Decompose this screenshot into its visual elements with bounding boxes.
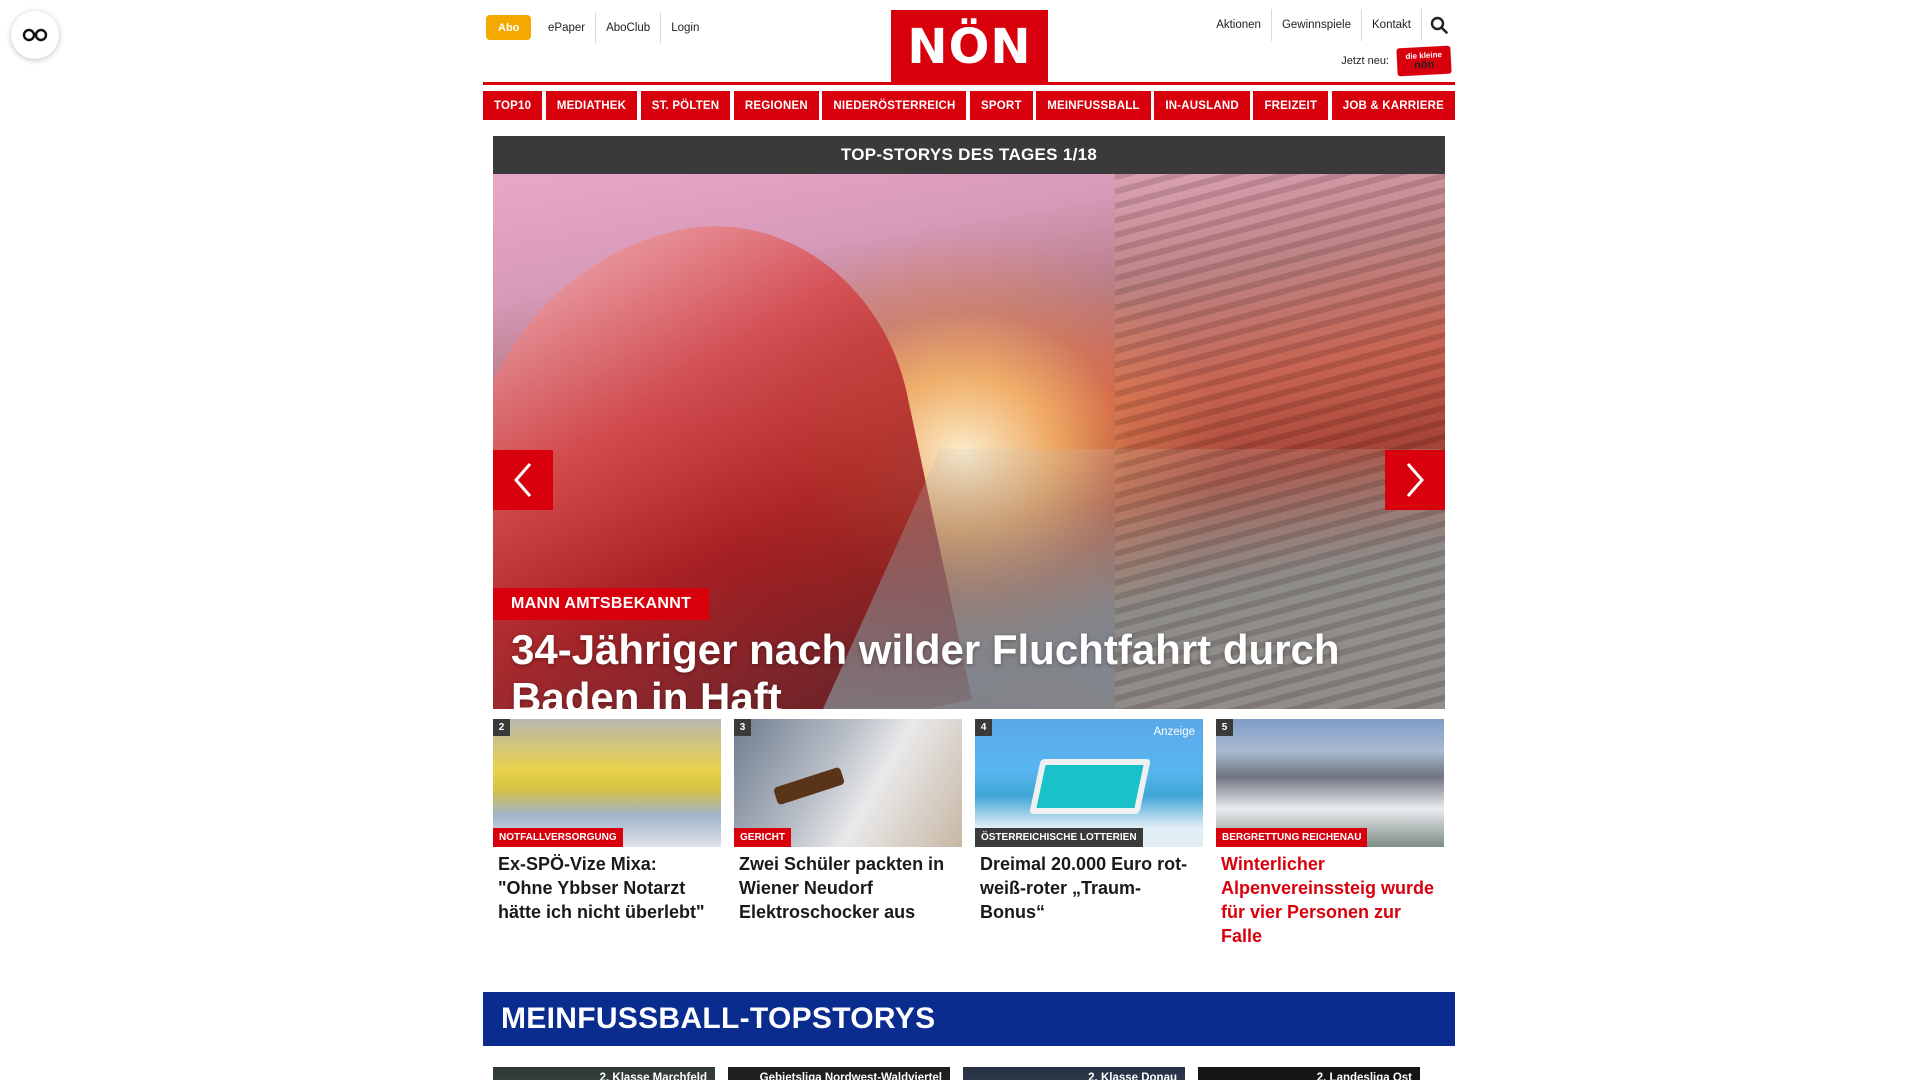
gavel-graphic (772, 766, 846, 806)
glasses-icon (22, 28, 48, 42)
nav-freizeit[interactable]: FREIZEIT (1253, 91, 1329, 120)
top-bar: Abo ePaper AboClub Login NÖN Aktionen Ge… (483, 0, 1455, 84)
story-image[interactable]: 4 Anzeige ÖSTERREICHISCHE LOTTERIEN (975, 719, 1203, 847)
epaper-link[interactable]: ePaper (538, 12, 595, 44)
story-number: 4 (975, 719, 992, 736)
aktionen-link[interactable]: Aktionen (1206, 9, 1271, 41)
story-card[interactable]: 3 GERICHT Zwei Schüler packten in Wiener… (734, 719, 962, 948)
meinfussball-card[interactable]: 2. Landesliga Ost (1198, 1067, 1420, 1080)
abo-button[interactable]: Abo (486, 15, 532, 40)
story-category[interactable]: BERGRETTUNG REICHENAU (1216, 828, 1368, 847)
meinfussball-card[interactable]: Gebietsliga Nordwest-Waldviertel (728, 1067, 950, 1080)
login-link[interactable]: Login (660, 12, 709, 44)
story-title[interactable]: Zwei Schüler packten in Wiener Neudorf E… (734, 847, 962, 924)
top-stories-slider: TOP-STORYS DES TAGES 1/18 MANN AMTSBEKAN… (493, 136, 1445, 709)
hero-category[interactable]: MANN AMTSBEKANNT (493, 588, 710, 620)
chevron-left-icon (514, 463, 532, 497)
nav-st-poelten[interactable]: ST. PÖLTEN (640, 91, 731, 120)
jetzt-neu-promo: Jetzt neu: die kleine nön (1341, 45, 1452, 77)
nav-niederoesterreich[interactable]: NIEDERÖSTERREICH (822, 91, 967, 120)
main-navigation: TOP10 MEDIATHEK ST. PÖLTEN REGIONEN NIED… (483, 91, 1455, 120)
story-title[interactable]: Ex-SPÖ-Vize Mixa: "Ohne Ybbser Notarzt h… (493, 847, 721, 924)
story-number: 3 (734, 719, 751, 736)
service-links: ePaper AboClub Login (538, 12, 709, 44)
slider-heading: TOP-STORYS DES TAGES 1/18 (493, 136, 1445, 174)
league-label: 2. Klasse Marchfeld (599, 1072, 707, 1080)
story-card[interactable]: 5 BERGRETTUNG REICHENAU Winterlicher Alp… (1216, 719, 1444, 948)
story-image[interactable]: 5 BERGRETTUNG REICHENAU (1216, 719, 1444, 847)
nav-mediathek[interactable]: MEDIATHEK (545, 91, 638, 120)
nav-regionen[interactable]: REGIONEN (733, 91, 819, 120)
story-number: 5 (1216, 719, 1233, 736)
story-title[interactable]: Dreimal 20.000 Euro rot-weiß-roter „Trau… (975, 847, 1203, 924)
aboclub-link[interactable]: AboClub (595, 12, 660, 44)
search-button[interactable] (1421, 9, 1455, 40)
mini-noen-label: nön (1413, 57, 1435, 72)
league-label: 2. Landesliga Ost (1316, 1072, 1412, 1080)
league-label: 2. Klasse Donau (1088, 1072, 1177, 1080)
nav-top10[interactable]: TOP10 (483, 91, 543, 120)
story-thumbnails: 2 NOTFALLVERSORGUNG Ex-SPÖ-Vize Mixa: "O… (493, 719, 1445, 948)
page-container: Abo ePaper AboClub Login NÖN Aktionen Ge… (483, 0, 1455, 1080)
story-title[interactable]: Winterlicher Alpenvereinssteig wurde für… (1216, 847, 1444, 948)
kontakt-link[interactable]: Kontakt (1361, 8, 1421, 41)
story-category[interactable]: GERICHT (734, 828, 791, 847)
meinfussball-heading[interactable]: MEINFUSSBALL-TOPSTORYS (483, 992, 1455, 1046)
nav-sport[interactable]: SPORT (970, 91, 1033, 120)
gewinnspiele-link[interactable]: Gewinnspiele (1270, 8, 1361, 41)
ad-label: Anzeige (1153, 726, 1195, 738)
noen-logo[interactable]: NÖN (891, 10, 1048, 84)
slider-next-button[interactable] (1385, 450, 1445, 510)
pool-graphic (1029, 759, 1151, 814)
header-divider (483, 82, 1455, 85)
slider-prev-button[interactable] (493, 450, 553, 510)
hero-story[interactable]: MANN AMTSBEKANNT 34-Jähriger nach wilder… (493, 174, 1445, 709)
chevron-right-icon (1406, 463, 1424, 497)
nav-meinfussball[interactable]: MEINFUSSBALL (1036, 91, 1151, 120)
story-image[interactable]: 2 NOTFALLVERSORGUNG (493, 719, 721, 847)
die-kleine-noen-logo[interactable]: die kleine nön (1396, 45, 1452, 77)
meinfussball-card[interactable]: 2. Klasse Donau (963, 1067, 1185, 1080)
story-number: 2 (493, 719, 510, 736)
story-card[interactable]: 4 Anzeige ÖSTERREICHISCHE LOTTERIEN Drei… (975, 719, 1203, 948)
meinfussball-stories: 2. Klasse Marchfeld Gebietsliga Nordwest… (493, 1067, 1445, 1080)
jetzt-neu-label: Jetzt neu: (1341, 55, 1389, 67)
nav-in-ausland[interactable]: IN-AUSLAND (1154, 91, 1250, 120)
utility-links: Aktionen Gewinnspiele Kontakt (1206, 8, 1455, 41)
hero-title[interactable]: 34-Jähriger nach wilder Fluchtfahrt durc… (511, 626, 1431, 709)
reader-mode-button[interactable] (11, 11, 59, 59)
meinfussball-card[interactable]: 2. Klasse Marchfeld (493, 1067, 715, 1080)
story-category[interactable]: ÖSTERREICHISCHE LOTTERIEN (975, 828, 1143, 847)
story-card[interactable]: 2 NOTFALLVERSORGUNG Ex-SPÖ-Vize Mixa: "O… (493, 719, 721, 948)
nav-job-karriere[interactable]: JOB & KARRIERE (1331, 91, 1455, 120)
league-label: Gebietsliga Nordwest-Waldviertel (759, 1072, 942, 1080)
search-icon (1430, 16, 1448, 34)
story-category[interactable]: NOTFALLVERSORGUNG (493, 828, 623, 847)
story-image[interactable]: 3 GERICHT (734, 719, 962, 847)
